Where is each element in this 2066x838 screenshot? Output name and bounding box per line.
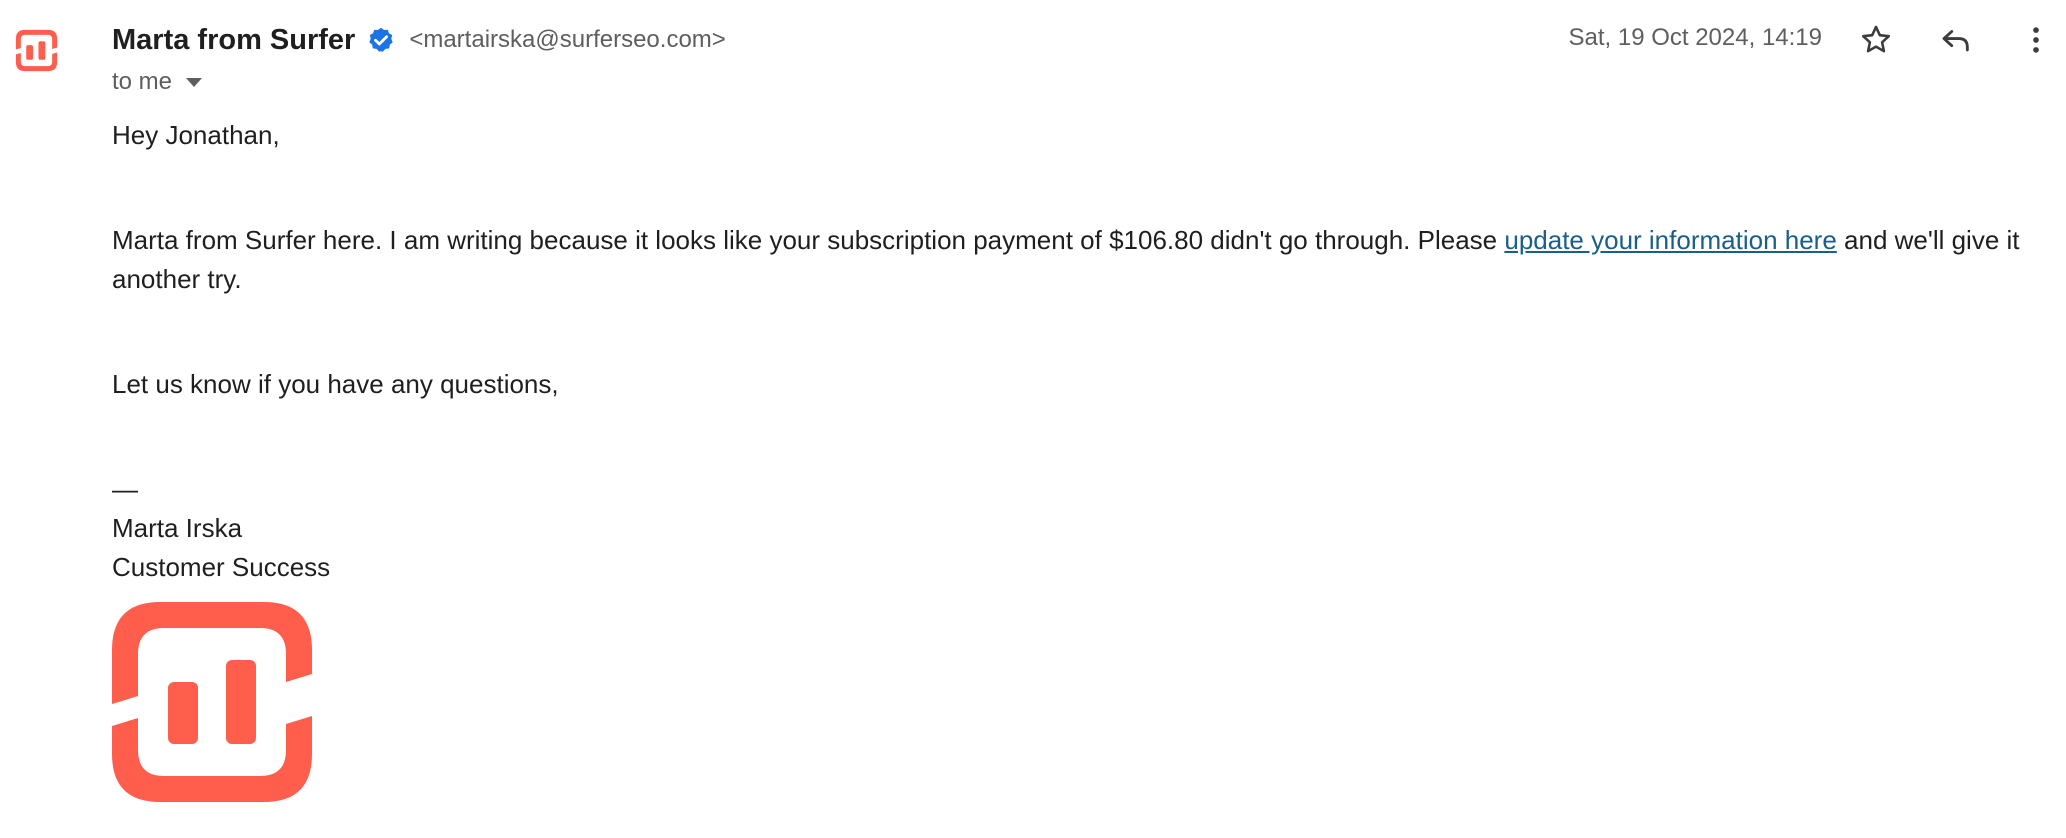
recipient-label: to me [112,68,173,95]
sender-name[interactable]: Marta from Surfer [112,24,355,57]
star-button[interactable] [1854,18,1898,62]
sender-info: Marta from Surfer <martairska@surferseo.… [112,20,726,60]
recipient-details-toggle[interactable]: to me [112,66,203,98]
signature-title: Customer Success [112,552,331,582]
more-vertical-icon [2033,27,2039,53]
signature-dash: — [112,474,138,504]
signature-logo [112,602,312,802]
surfer-logo-icon [112,602,312,802]
verified-badge-icon [367,26,395,54]
greeting: Hey Jonathan, [112,120,280,150]
reply-button[interactable] [1934,18,1978,62]
more-options-button[interactable] [2014,18,2058,62]
signature-name: Marta Irska [112,513,243,543]
surfer-logo-icon [15,29,58,72]
email-date: Sat, 19 Oct 2024, 14:19 [1568,24,1822,51]
sender-avatar[interactable] [12,26,61,75]
star-icon [1861,25,1891,53]
update-info-link[interactable]: update your information here [1504,225,1836,255]
reply-icon [1942,30,1969,52]
closing-line: Let us know if you have any questions, [112,369,559,399]
sender-email: <martairska@surferseo.com> [409,26,726,53]
body-paragraph: Marta from Surfer here. I am writing bec… [112,221,2032,299]
email-body: Hey Jonathan, Marta from Surfer here. I … [112,116,2032,587]
paragraph-text: Marta from Surfer here. I am writing bec… [112,225,1505,255]
chevron-down-icon [186,77,203,87]
